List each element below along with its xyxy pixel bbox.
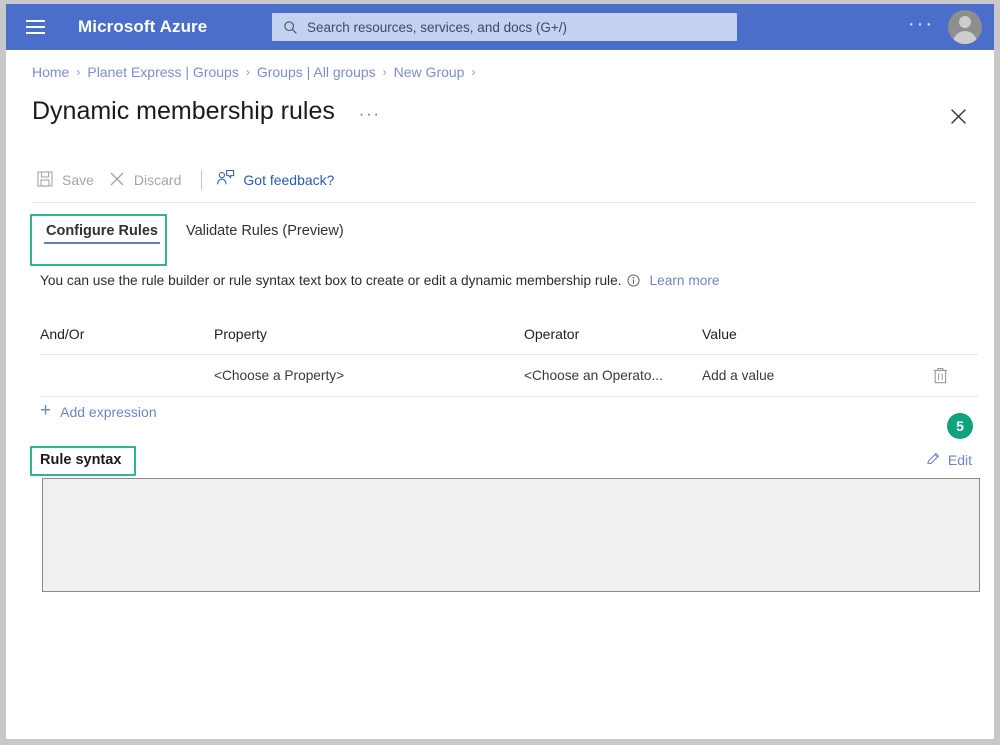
global-search-input[interactable]: Search resources, services, and docs (G+… <box>272 13 737 41</box>
topbar-right-actions: ··· <box>898 4 994 50</box>
tab-configure-rules-label: Configure Rules <box>46 223 158 239</box>
page-title-more-icon[interactable]: ··· <box>359 106 381 124</box>
tab-configure-rules[interactable]: Configure Rules <box>32 215 172 249</box>
add-expression-button[interactable]: + Add expression <box>40 400 157 421</box>
trash-icon[interactable] <box>932 366 949 385</box>
page-title: Dynamic membership rules <box>32 97 335 125</box>
edit-rule-syntax-button[interactable]: Edit <box>926 451 972 469</box>
breadcrumb-item-groups-all-groups[interactable]: Groups | All groups <box>257 64 376 80</box>
azure-brand-label[interactable]: Microsoft Azure <box>78 17 207 37</box>
save-button-label: Save <box>62 172 94 188</box>
plus-icon: + <box>40 400 52 421</box>
save-button[interactable]: Save <box>32 164 104 196</box>
tab-selected-underline <box>44 242 160 244</box>
global-search-placeholder: Search resources, services, and docs (G+… <box>307 19 567 35</box>
save-disk-icon <box>36 170 54 191</box>
breadcrumb-item-home[interactable]: Home <box>32 64 69 80</box>
rules-table: And/Or Property Operator Value <Choose a… <box>40 314 978 397</box>
avatar[interactable] <box>948 10 982 44</box>
edit-label: Edit <box>947 452 972 468</box>
breadcrumb-separator: › <box>382 65 387 79</box>
page-title-row: Dynamic membership rules ··· <box>32 97 381 126</box>
column-header-value: Value <box>702 326 737 342</box>
column-header-property: Property <box>214 326 267 342</box>
status-badge: 5 <box>947 413 973 439</box>
discard-button[interactable]: Discard <box>104 164 191 196</box>
info-circle-icon[interactable] <box>626 274 640 287</box>
browser-frame: Microsoft Azure Search resources, servic… <box>6 4 994 739</box>
avatar-body-shape <box>953 31 977 44</box>
command-bar-divider <box>201 170 203 190</box>
property-dropdown[interactable]: <Choose a Property> <box>214 368 344 383</box>
command-bar-separator-line <box>32 202 976 203</box>
breadcrumb-separator: › <box>245 65 250 79</box>
column-header-and-or: And/Or <box>40 326 85 342</box>
rule-syntax-label: Rule syntax <box>40 452 122 468</box>
description-text: You can use the rule builder or rule syn… <box>40 273 622 288</box>
breadcrumb-separator: › <box>471 65 476 79</box>
hamburger-menu-icon[interactable] <box>14 4 56 50</box>
description-row: You can use the rule builder or rule syn… <box>40 273 720 288</box>
close-icon[interactable] <box>944 102 972 130</box>
breadcrumb-separator: › <box>76 65 81 79</box>
learn-more-link[interactable]: Learn more <box>650 273 720 288</box>
value-input[interactable]: Add a value <box>702 368 774 383</box>
column-header-operator: Operator <box>524 326 580 342</box>
got-feedback-button[interactable]: Got feedback? <box>212 164 344 196</box>
breadcrumb-item-planet-express-groups[interactable]: Planet Express | Groups <box>87 64 238 80</box>
tab-validate-rules-label: Validate Rules (Preview) <box>185 223 344 239</box>
pencil-edit-icon <box>926 451 941 469</box>
got-feedback-label: Got feedback? <box>243 172 335 188</box>
azure-top-navigation-bar: Microsoft Azure Search resources, servic… <box>6 4 994 50</box>
tab-validate-rules[interactable]: Validate Rules (Preview) <box>172 215 358 249</box>
command-bar: Save Discard Got feedback? <box>32 164 344 196</box>
avatar-head-shape <box>959 16 971 28</box>
add-expression-label: Add expression <box>60 403 157 420</box>
close-x-icon <box>108 170 126 191</box>
rules-table-header: And/Or Property Operator Value <box>40 314 978 355</box>
operator-dropdown[interactable]: <Choose an Operato... <box>524 368 663 383</box>
discard-button-label: Discard <box>133 172 182 188</box>
person-feedback-icon <box>216 169 235 191</box>
search-icon <box>283 20 298 35</box>
rule-syntax-textarea[interactable] <box>42 478 980 592</box>
breadcrumb: Home › Planet Express | Groups › Groups … <box>32 64 482 80</box>
tab-list: Configure Rules Validate Rules (Preview) <box>32 215 358 249</box>
breadcrumb-item-new-group[interactable]: New Group <box>394 64 465 80</box>
screenshot-root: Microsoft Azure Search resources, servic… <box>0 0 1000 745</box>
topbar-more-icon[interactable]: ··· <box>898 14 944 34</box>
table-row: <Choose a Property> <Choose an Operato..… <box>40 355 978 397</box>
